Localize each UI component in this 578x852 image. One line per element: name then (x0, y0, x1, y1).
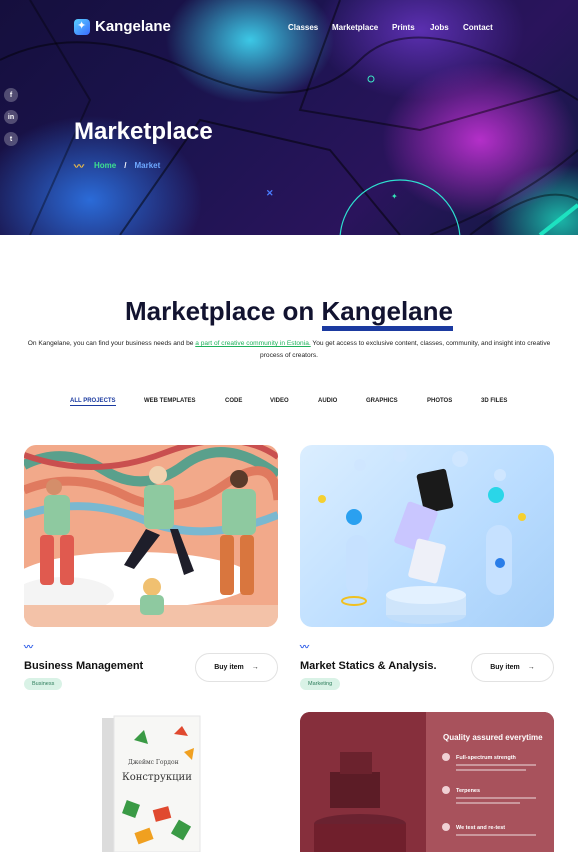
book-author: Джеймс Гордон (128, 759, 179, 766)
product-title[interactable]: Business Management (24, 660, 143, 672)
nav-marketplace[interactable]: Marketplace (332, 23, 378, 32)
community-link[interactable]: a part of creative community in Estonia. (195, 340, 310, 347)
filter-graphics[interactable]: GRAPHICS (366, 398, 398, 404)
filter-3d-files[interactable]: 3D FILES (481, 398, 507, 404)
buy-item-button[interactable]: Buy item → (471, 653, 554, 682)
product-title[interactable]: Market Statics & Analysis. (300, 660, 437, 672)
zigzag-icon: 〰 (24, 642, 34, 652)
arrow-right-icon: → (527, 664, 535, 671)
twitter-icon[interactable]: t (4, 132, 18, 146)
buy-item-button[interactable]: Buy item → (195, 653, 278, 682)
illustration-dancing-people (24, 445, 278, 627)
zigzag-icon: 〰 (300, 642, 310, 652)
breadcrumb-home[interactable]: Home (94, 161, 116, 170)
arrow-right-icon: → (251, 664, 259, 671)
product-image-business[interactable] (24, 445, 278, 627)
logo-icon (74, 18, 90, 35)
brand-logo[interactable]: Kangelane (74, 18, 171, 35)
product-tag[interactable]: Marketing (300, 678, 341, 690)
hero-banner: ✕ ✦ Kangelane Classes Marketplace Prints… (0, 0, 578, 235)
filter-code[interactable]: CODE (225, 398, 242, 404)
section-title-highlight: Kangelane (321, 296, 453, 331)
nav-classes[interactable]: Classes (288, 23, 318, 32)
illustration-product-box: Quality assured everytime Full-spectrum … (300, 712, 554, 852)
nav-prints[interactable]: Prints (392, 23, 415, 32)
quality-item: Terpenes (456, 788, 480, 794)
filter-web-templates[interactable]: WEB TEMPLATES (144, 398, 196, 404)
product-tag[interactable]: Business (24, 678, 63, 690)
filter-video[interactable]: VIDEO (270, 398, 289, 404)
buy-item-label: Buy item (490, 664, 520, 671)
svg-text:✦: ✦ (391, 192, 398, 201)
product-image-quality[interactable]: Quality assured everytime Full-spectrum … (300, 712, 554, 852)
product-image-book[interactable]: Джеймс Гордон Конструкции (24, 712, 278, 852)
nav-jobs[interactable]: Jobs (430, 23, 449, 32)
illustration-book: Джеймс Гордон Конструкции (102, 715, 201, 852)
quality-item: We test and re-test (456, 825, 505, 831)
page-title: Marketplace (74, 118, 213, 145)
section-title: Marketplace on Kangelane (0, 296, 578, 331)
svg-text:✕: ✕ (266, 188, 274, 198)
product-image-marketing[interactable] (300, 445, 554, 627)
filter-audio[interactable]: AUDIO (318, 398, 337, 404)
filter-all-projects[interactable]: ALL PROJECTS (70, 398, 116, 406)
brand-name: Kangelane (95, 18, 171, 35)
social-bar: f in t (0, 80, 22, 156)
filter-photos[interactable]: PHOTOS (427, 398, 452, 404)
buy-item-label: Buy item (214, 664, 244, 671)
breadcrumb: 〰 Home / Market (74, 158, 160, 173)
quality-heading: Quality assured everytime (443, 733, 543, 742)
breadcrumb-separator: / (124, 161, 127, 170)
illustration-floating-cards (318, 448, 526, 624)
zigzag-icon: 〰 (74, 162, 84, 173)
section-intro: On Kangelane, you can find your business… (16, 338, 562, 362)
quality-item: Full-spectrum strength (456, 755, 517, 761)
book-title: Конструкции (122, 772, 192, 783)
breadcrumb-current: Market (134, 161, 161, 170)
section-title-prefix: Marketplace on (124, 296, 322, 326)
linkedin-icon[interactable]: in (4, 110, 18, 124)
facebook-icon[interactable]: f (4, 88, 18, 102)
nav-contact[interactable]: Contact (463, 23, 493, 32)
intro-text-before: On Kangelane, you can find your business… (27, 340, 196, 347)
